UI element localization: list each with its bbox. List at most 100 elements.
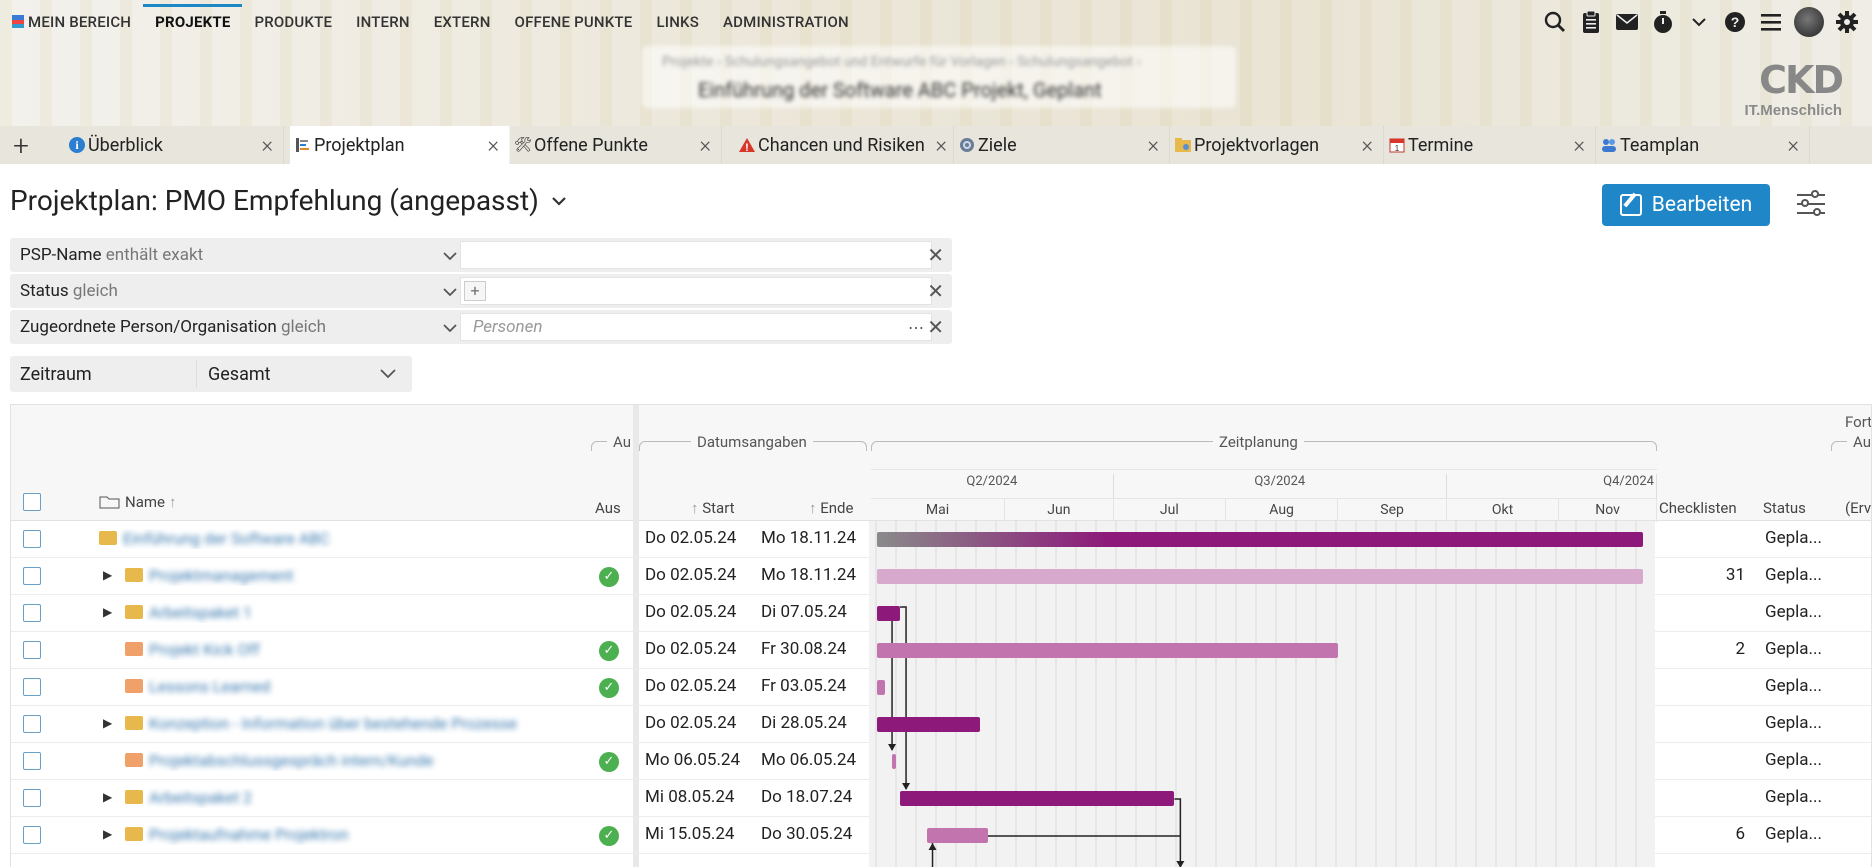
nav-item-extern[interactable]: EXTERN — [422, 4, 503, 40]
chevron-down-icon[interactable] — [443, 282, 457, 301]
nav-item-projekte[interactable]: PROJEKTE — [143, 4, 243, 40]
row-checkbox[interactable] — [23, 641, 41, 659]
col-aus[interactable]: Aus — [595, 499, 621, 517]
zeitraum-select[interactable]: Zeitraum Gesamt — [10, 356, 412, 392]
tab-projektplan[interactable]: Projektplan × — [290, 126, 510, 164]
close-icon[interactable]: × — [1361, 133, 1373, 158]
search-icon[interactable] — [1542, 9, 1568, 35]
row-name[interactable]: Projekt Kick Off — [125, 640, 585, 660]
row-checkbox[interactable] — [23, 752, 41, 770]
col-checklisten[interactable]: Checklisten — [1659, 499, 1737, 517]
row-name[interactable]: Projektaufnahme Projektron — [125, 825, 585, 845]
row-checkbox[interactable] — [23, 715, 41, 733]
filter-settings-icon[interactable] — [1797, 190, 1825, 218]
tab-bar: + i Überblick × Projektplan × 🛠 Offene P… — [0, 126, 1872, 164]
row-checkbox[interactable] — [23, 678, 41, 696]
row-checkbox[interactable] — [23, 530, 41, 548]
gantt-bar[interactable] — [892, 754, 897, 769]
tab-ziele[interactable]: Ziele × — [954, 126, 1170, 164]
close-icon[interactable]: × — [487, 133, 499, 158]
close-icon[interactable]: ✕ — [927, 279, 944, 303]
close-icon[interactable]: ✕ — [927, 315, 944, 339]
psp-name-input[interactable] — [460, 241, 932, 269]
row-checkbox[interactable] — [23, 826, 41, 844]
col-ende[interactable]: ↑ Ende — [809, 499, 853, 517]
add-icon[interactable]: + — [464, 281, 486, 301]
col-status[interactable]: Status — [1763, 499, 1806, 517]
close-icon[interactable]: × — [1147, 133, 1159, 158]
tab-projektvorlagen[interactable]: Projektvorlagen × — [1170, 126, 1384, 164]
row-checkbox[interactable] — [23, 604, 41, 622]
gantt-bar[interactable] — [899, 791, 1175, 806]
add-tab-button[interactable]: + — [0, 126, 42, 164]
gantt-bar[interactable] — [877, 680, 885, 695]
tab-chancen-risiken[interactable]: ! Chancen und Risiken × — [730, 126, 954, 164]
nav-item-mein-bereich[interactable]: MEIN BEREICH — [0, 4, 143, 40]
edit-button[interactable]: Bearbeiten — [1602, 184, 1770, 226]
row-name[interactable]: Arbeitspaket 1 — [125, 603, 585, 623]
close-icon[interactable]: × — [935, 133, 947, 158]
menu-icon[interactable] — [1758, 9, 1784, 35]
close-icon[interactable]: ✕ — [927, 243, 944, 267]
nav-item-administration[interactable]: ADMINISTRATION — [711, 4, 861, 40]
col-name[interactable]: Name ↑ — [99, 493, 176, 511]
more-icon[interactable]: ⋯ — [908, 318, 924, 337]
avatar[interactable] — [1794, 7, 1824, 37]
expand-icon[interactable]: ▶ — [103, 827, 112, 841]
close-icon[interactable]: × — [699, 133, 711, 158]
col-erv[interactable]: (Erv — [1845, 499, 1871, 517]
expand-icon[interactable]: ▶ — [103, 790, 112, 804]
nav-item-offene-punkte[interactable]: OFFENE PUNKTE — [503, 4, 645, 40]
chevron-down-icon[interactable] — [443, 246, 457, 265]
chevron-down-icon[interactable] — [1686, 9, 1712, 35]
help-icon[interactable]: ? — [1722, 9, 1748, 35]
gantt-bar[interactable] — [926, 828, 988, 843]
tab-termine[interactable]: 1 Termine × — [1384, 126, 1596, 164]
tab-ueberblick[interactable]: i Überblick × — [64, 126, 284, 164]
gantt-bar[interactable] — [877, 717, 981, 732]
expand-icon[interactable]: ▶ — [103, 568, 112, 582]
chevron-down-icon[interactable] — [443, 318, 457, 337]
clipboard-icon[interactable] — [1578, 9, 1604, 35]
gantt-chart — [869, 521, 1655, 867]
gantt-bar[interactable] — [877, 606, 901, 621]
nav-item-label: OFFENE PUNKTE — [514, 13, 633, 31]
chevron-down-icon[interactable] — [380, 364, 396, 383]
person-input[interactable]: Personen — [460, 313, 932, 341]
select-all-checkbox[interactable] — [23, 493, 41, 511]
gantt-bar[interactable] — [877, 532, 1643, 547]
nav-item-produkte[interactable]: PRODUKTE — [242, 4, 344, 40]
filter-field[interactable]: Zugeordnete Person/Organisation gleich — [20, 317, 326, 337]
nav-item-intern[interactable]: INTERN — [344, 4, 422, 40]
gantt-bar[interactable] — [877, 569, 1643, 584]
chevron-down-icon[interactable] — [551, 196, 567, 206]
status-input[interactable] — [460, 277, 932, 305]
nav-item-links[interactable]: LINKS — [644, 4, 711, 40]
close-icon[interactable]: × — [261, 133, 273, 158]
filter-field[interactable]: PSP-Name enthält exakt — [20, 245, 203, 265]
breadcrumb-path[interactable]: Projekte › Schulungsangebot und Entwurfe… — [662, 54, 1141, 70]
breadcrumb[interactable]: Projekte › Schulungsangebot und Entwurfe… — [642, 46, 1236, 108]
timer-icon[interactable] — [1650, 9, 1676, 35]
home-icon — [12, 15, 24, 28]
row-checkbox[interactable] — [23, 567, 41, 585]
mail-icon[interactable] — [1614, 9, 1640, 35]
col-start[interactable]: ↑ Start — [691, 499, 735, 517]
row-checkbox[interactable] — [23, 789, 41, 807]
page-title[interactable]: Projektplan: PMO Empfehlung (angepasst) — [10, 184, 567, 217]
tab-offene-punkte[interactable]: 🛠 Offene Punkte × — [510, 126, 722, 164]
gantt-bar[interactable] — [877, 643, 1339, 658]
row-name[interactable]: Projektabschlussgespräch intern/Kunde — [125, 751, 585, 771]
tab-teamplan[interactable]: Teamplan × — [1596, 126, 1810, 164]
expand-icon[interactable]: ▶ — [103, 716, 112, 730]
row-name[interactable]: Einführung der Software ABC — [99, 529, 559, 549]
expand-icon[interactable]: ▶ — [103, 605, 112, 619]
row-name[interactable]: Projektmanagement — [125, 566, 585, 586]
row-name[interactable]: Lessons Learned — [125, 677, 585, 697]
row-name[interactable]: Konzeption - Information über bestehende… — [125, 714, 585, 734]
filter-field[interactable]: Status gleich — [20, 281, 118, 301]
gear-icon[interactable] — [1834, 9, 1860, 35]
row-name[interactable]: Arbeitspaket 2 — [125, 788, 585, 808]
close-icon[interactable]: × — [1787, 133, 1799, 158]
close-icon[interactable]: × — [1573, 133, 1585, 158]
